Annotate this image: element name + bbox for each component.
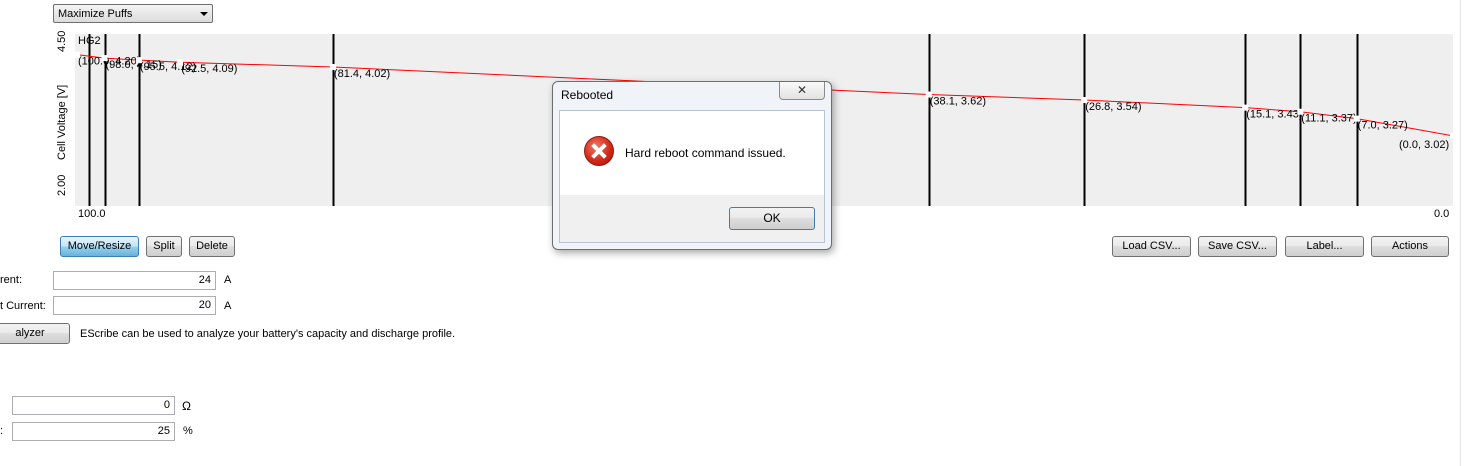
save-csv-button[interactable]: Save CSV... bbox=[1198, 236, 1277, 257]
move-resize-button[interactable]: Move/Resize bbox=[60, 236, 139, 257]
data-label-7: (15.1, 3.43) bbox=[1246, 109, 1302, 121]
split-button[interactable]: Split bbox=[146, 236, 182, 257]
mode-select[interactable]: Maximize Puffs bbox=[53, 4, 213, 23]
y-tick-bottom: 2.00 bbox=[56, 174, 68, 196]
data-label-3: (92.5, 4.09) bbox=[181, 63, 237, 75]
dialog-message: Hard reboot command issued. bbox=[625, 146, 786, 160]
rebooted-dialog[interactable]: Rebooted ✕ Hard reboot command issued. O… bbox=[552, 81, 832, 250]
current-label: rent: bbox=[0, 274, 23, 286]
data-label-9: (7.0, 3.27) bbox=[1358, 120, 1408, 132]
cutoff-current-field[interactable]: 20 bbox=[53, 296, 216, 315]
x-tick-left: 100.0 bbox=[78, 208, 106, 220]
error-icon bbox=[584, 136, 614, 166]
close-icon[interactable]: ✕ bbox=[779, 82, 825, 100]
analyzer-button[interactable]: alyzer bbox=[0, 323, 70, 344]
x-tick-right: 0.0 bbox=[1434, 208, 1450, 220]
right-edge-divider bbox=[1460, 0, 1461, 466]
resistance-unit: Ω bbox=[182, 399, 191, 413]
data-label-4: (81.4, 4.02) bbox=[334, 68, 390, 80]
data-label-8: (11.1, 3.37) bbox=[1301, 113, 1356, 125]
delete-button[interactable]: Delete bbox=[189, 236, 235, 257]
data-label-10: (0.0, 3.02) bbox=[1399, 139, 1449, 151]
y-tick-top: 4.50 bbox=[56, 30, 68, 52]
percent-unit: % bbox=[183, 425, 193, 437]
data-label-5: (38.1, 3.62) bbox=[930, 96, 986, 108]
cutoff-current-label: t Current: bbox=[0, 300, 46, 312]
percent-field[interactable]: 25 bbox=[12, 422, 175, 441]
battery-label: HG2 bbox=[78, 35, 101, 47]
current-field[interactable]: 24 bbox=[53, 271, 216, 290]
dialog-title: Rebooted bbox=[561, 88, 614, 102]
actions-button[interactable]: Actions bbox=[1371, 236, 1449, 257]
ok-button[interactable]: OK bbox=[729, 207, 815, 230]
mode-select-value: Maximize Puffs bbox=[58, 8, 133, 20]
label-button[interactable]: Label... bbox=[1285, 236, 1364, 257]
percent-label: : bbox=[0, 425, 4, 437]
data-point-10[interactable] bbox=[1450, 132, 1453, 139]
data-label-6: (26.8, 3.54) bbox=[1085, 101, 1141, 113]
analyzer-description: EScribe can be used to analyze your batt… bbox=[80, 328, 456, 340]
current-unit: A bbox=[224, 274, 232, 286]
load-csv-button[interactable]: Load CSV... bbox=[1112, 236, 1191, 257]
chevron-down-icon bbox=[200, 12, 208, 16]
cutoff-current-unit: A bbox=[224, 300, 232, 312]
y-axis-label: Cell Voltage [V] bbox=[56, 84, 68, 160]
resistance-field[interactable]: 0 bbox=[12, 396, 175, 415]
